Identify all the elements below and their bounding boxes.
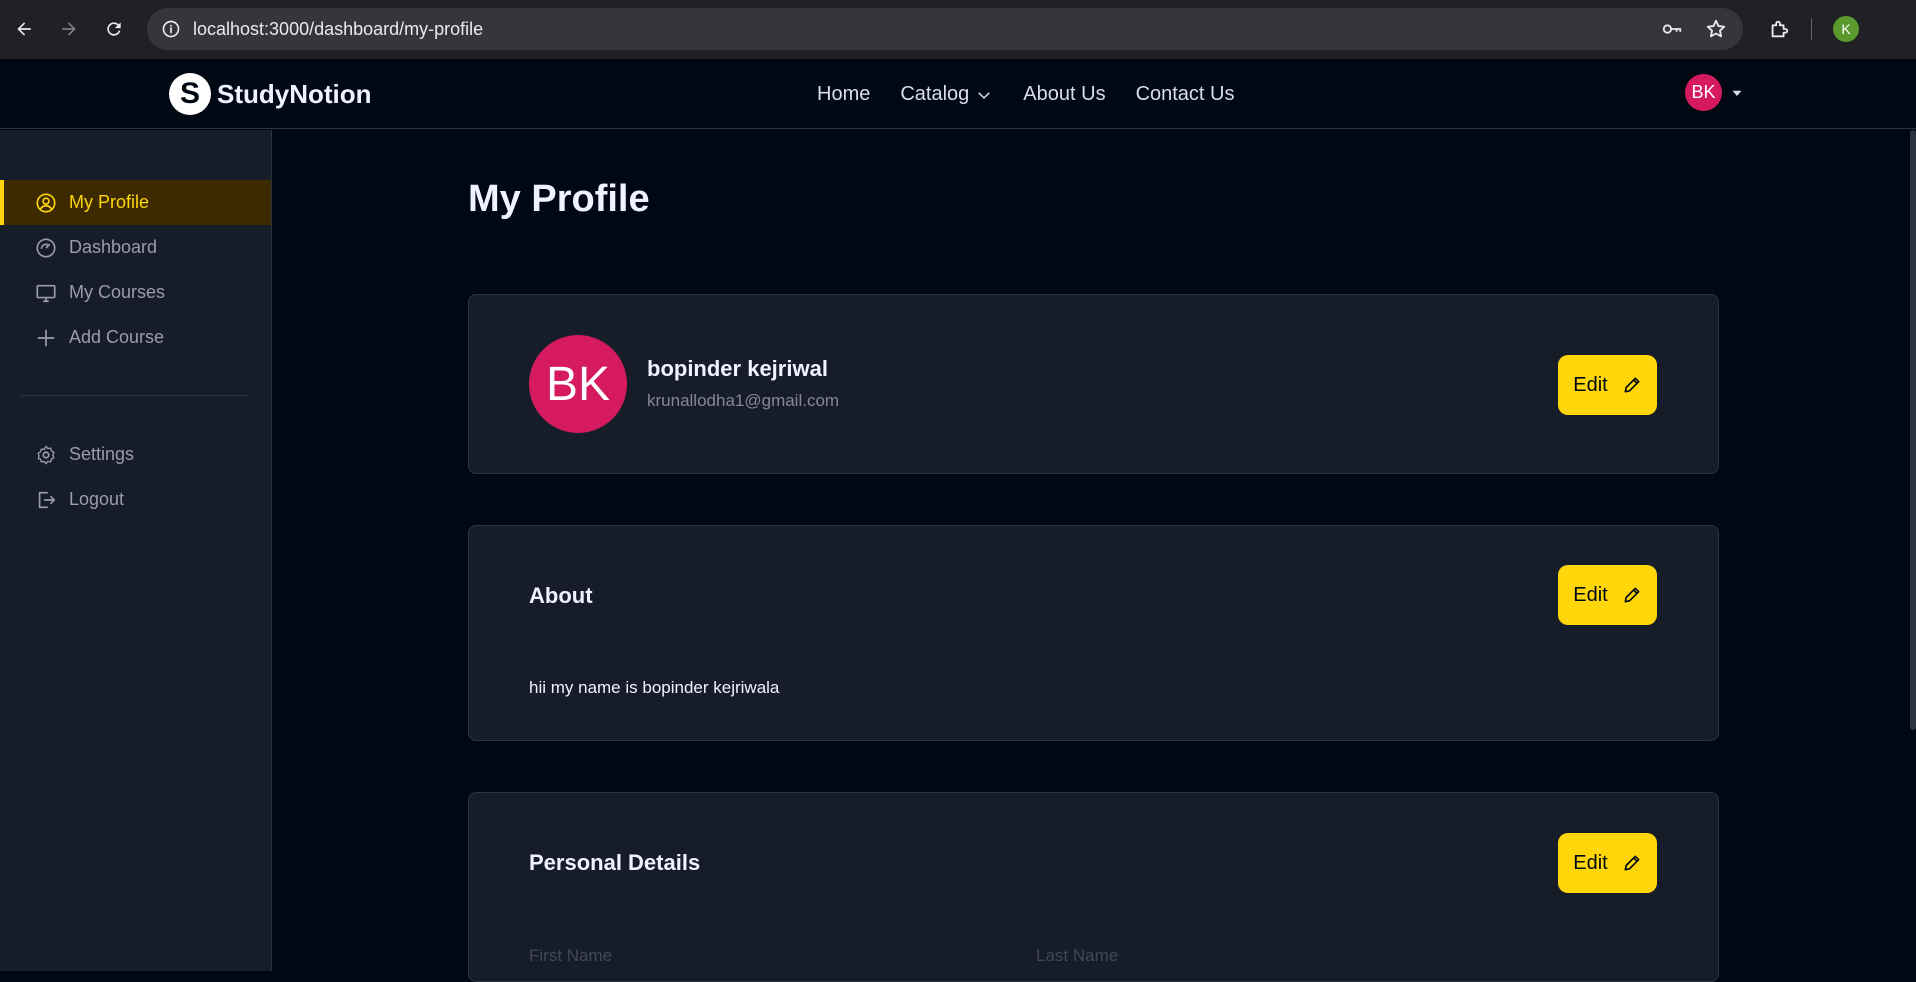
personal-details-card: Personal Details Edit First Name Last Na…: [468, 792, 1719, 982]
edit-profile-button[interactable]: Edit: [1558, 355, 1657, 415]
profile-card: BK bopinder kejriwal krunallodha1@gmail.…: [468, 294, 1719, 474]
nav-link-label: Home: [817, 83, 871, 105]
address-bar[interactable]: localhost:3000/dashboard/my-profile: [147, 8, 1743, 50]
edit-about-button[interactable]: Edit: [1558, 565, 1657, 625]
nav-link-about[interactable]: About Us: [1023, 83, 1105, 106]
browser-toolbar: localhost:3000/dashboard/my-profile K: [0, 0, 1916, 59]
reload-button[interactable]: [102, 17, 126, 41]
profile-email: krunallodha1@gmail.com: [647, 391, 840, 410]
forward-button[interactable]: [57, 17, 81, 41]
sidebar-item-label: Logout: [69, 489, 125, 509]
sidebar-item-label: My Courses: [69, 282, 166, 302]
sidebar-item-label: Settings: [69, 444, 135, 464]
key-icon[interactable]: [1660, 17, 1684, 41]
chevron-down-icon: [978, 91, 991, 99]
first-name-label: First Name: [529, 946, 613, 965]
brand-logo[interactable]: S StudyNotion: [169, 73, 372, 115]
edit-personal-details-button[interactable]: Edit: [1558, 833, 1657, 893]
nav-link-catalog[interactable]: Catalog: [900, 83, 993, 106]
user-circle-icon: [36, 192, 56, 213]
arrow-right-icon: [62, 22, 76, 36]
sidebar-item-add-course[interactable]: Add Course: [0, 315, 271, 360]
app-navbar: S StudyNotion Home Catalog About Us Cont…: [0, 59, 1916, 129]
sidebar-divider: [20, 395, 248, 396]
sidebar-item-label: My Profile: [69, 192, 150, 212]
personal-details-heading: Personal Details: [529, 850, 701, 875]
logo-icon: S: [169, 73, 211, 115]
back-button[interactable]: [12, 17, 36, 41]
sidebar-item-settings[interactable]: Settings: [0, 432, 271, 477]
extensions-icon[interactable]: [1766, 16, 1792, 42]
page-title: My Profile: [468, 178, 650, 220]
last-name-label: Last Name: [1036, 946, 1119, 965]
profile-name: bopinder kejriwal: [647, 356, 828, 381]
browser-profile-avatar[interactable]: K: [1833, 16, 1859, 42]
star-icon[interactable]: [1704, 17, 1728, 41]
pencil-icon: [1624, 377, 1640, 393]
profile-dropdown[interactable]: BK: [1685, 74, 1746, 111]
sidebar-item-my-courses[interactable]: My Courses: [0, 270, 271, 315]
reload-icon: [107, 22, 121, 36]
gauge-icon: [36, 237, 56, 258]
url-text[interactable]: localhost:3000/dashboard/my-profile: [193, 19, 483, 40]
nav-link-label: Contact Us: [1135, 83, 1235, 105]
logout-icon: [38, 491, 56, 508]
toolbar-divider: [1811, 18, 1812, 40]
caret-down-icon: [1732, 90, 1742, 96]
sidebar-item-label: Add Course: [69, 327, 165, 347]
sidebar: My Profile Dashboard My Courses Add Cour…: [0, 130, 272, 971]
page-scrollbar[interactable]: [1910, 130, 1916, 730]
brand-name: StudyNotion: [217, 78, 372, 109]
nav-link-contact[interactable]: Contact Us: [1136, 83, 1235, 106]
gear-icon: [37, 445, 55, 464]
monitor-icon: [36, 284, 56, 302]
sidebar-item-dashboard[interactable]: Dashboard: [0, 225, 271, 270]
edit-button-label: Edit: [1573, 851, 1608, 874]
sidebar-item-logout[interactable]: Logout: [0, 477, 271, 522]
avatar: BK: [529, 335, 627, 433]
about-heading: About: [529, 583, 593, 608]
site-info-icon[interactable]: [159, 17, 183, 41]
sidebar-item-label: Dashboard: [69, 237, 158, 257]
sidebar-item-my-profile[interactable]: My Profile: [0, 180, 271, 225]
pencil-icon: [1624, 587, 1640, 603]
edit-button-label: Edit: [1573, 373, 1608, 396]
nav-links: Home Catalog About Us Contact Us: [817, 83, 1235, 106]
pencil-icon: [1624, 855, 1640, 871]
nav-link-home[interactable]: Home: [817, 83, 870, 106]
edit-button-label: Edit: [1573, 583, 1608, 606]
nav-link-label: Catalog: [900, 83, 970, 105]
nav-link-label: About Us: [1023, 83, 1106, 105]
arrow-left-icon: [17, 22, 31, 36]
about-text: hii my name is bopinder kejriwala: [529, 678, 780, 697]
about-card: About Edit hii my name is bopinder kejri…: [468, 525, 1719, 741]
plus-icon: [37, 329, 55, 346]
avatar: BK: [1685, 74, 1722, 111]
